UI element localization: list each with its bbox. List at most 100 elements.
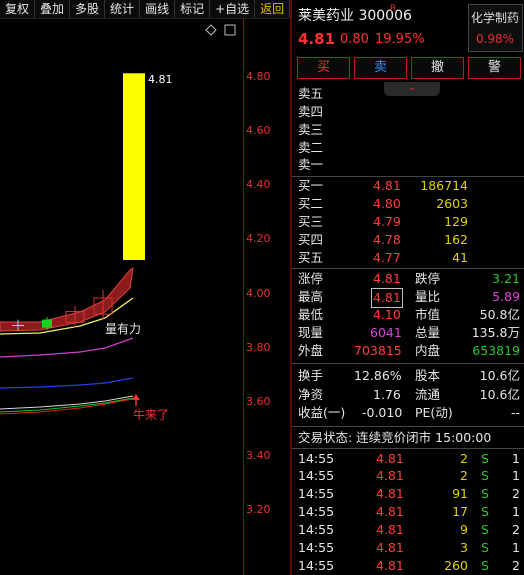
y-tick: 3.20 — [246, 503, 271, 516]
alert-button[interactable]: 警 — [468, 57, 521, 79]
toolbar-back[interactable]: 返回 — [255, 0, 291, 18]
buy-level-row[interactable]: 买三 4.79 129 — [298, 213, 522, 231]
sell-button[interactable]: 卖 — [354, 57, 407, 79]
sell-level-label: 卖四 — [298, 104, 324, 119]
turnover-value: 12.86% — [354, 368, 402, 383]
limit-up-label: 涨停 — [298, 271, 324, 286]
toolbar-mark[interactable]: 标记 — [175, 0, 211, 18]
stats-row: 收益(一) -0.010 PE(动) -- — [298, 404, 522, 422]
tick-time: 14:55 — [298, 540, 335, 555]
y-tick: 3.80 — [246, 341, 271, 354]
tick-time: 14:55 — [298, 486, 335, 501]
volume-ratio-label: 量比 — [415, 289, 441, 304]
eps-label: 收益(一) — [298, 405, 346, 420]
tick-side: S — [481, 486, 489, 501]
buy-level-price: 4.81 — [373, 178, 401, 193]
outer-volume-label: 外盘 — [298, 343, 324, 358]
net-assets-value: 1.76 — [373, 387, 401, 402]
stats-row: 现量 6041 总量 135.8万 — [298, 324, 522, 342]
candlestick-chart[interactable]: 量有力 牛来了 4.81 — [0, 18, 243, 575]
tick-price: 4.81 — [376, 504, 404, 519]
tick-row[interactable]: 14:55 4.81 2 S 1 — [298, 467, 522, 485]
buy-level-volume: 41 — [452, 250, 468, 265]
tick-row[interactable]: 14:55 4.81 17 S 1 — [298, 503, 522, 521]
shares-label: 股本 — [415, 368, 441, 383]
y-tick: 3.40 — [246, 449, 271, 462]
toolbar-statistics[interactable]: 统计 — [105, 0, 141, 18]
sell-level-row[interactable]: 卖一 — [298, 156, 522, 174]
tick-side: S — [481, 468, 489, 483]
tick-row[interactable]: 14:55 4.81 9 S 2 — [298, 521, 522, 539]
tick-count: 1 — [512, 504, 520, 519]
toolbar-overlay[interactable]: 叠加 — [35, 0, 71, 18]
ma-blue — [0, 377, 134, 389]
tick-row[interactable]: 14:55 4.81 91 S 2 — [298, 485, 522, 503]
tick-side: S — [481, 558, 489, 573]
buy-level-price: 4.79 — [373, 214, 401, 229]
tick-side: S — [481, 522, 489, 537]
total-volume-value: 135.8万 — [471, 325, 520, 340]
sell-level-row[interactable]: 卖五 — [298, 85, 522, 103]
outer-volume-value: 703815 — [354, 343, 402, 358]
current-volume-label: 现量 — [298, 325, 324, 340]
toolbar-add-watchlist[interactable]: +自选 — [210, 0, 256, 18]
buy-level-label: 买五 — [298, 250, 324, 265]
toolbar-restore-rights[interactable]: 复权 — [0, 0, 36, 18]
y-tick: 3.60 — [246, 395, 271, 408]
tick-row[interactable]: 14:55 4.81 260 S 2 — [298, 557, 522, 575]
tick-count: 1 — [512, 540, 520, 555]
stock-badge: R — [390, 4, 397, 14]
buy-level-price: 4.77 — [373, 250, 401, 265]
tick-price: 4.81 — [376, 468, 404, 483]
float-shares-value: 10.6亿 — [479, 387, 520, 402]
window-icon[interactable] — [224, 24, 236, 36]
sell-level-row[interactable]: 卖二 — [298, 139, 522, 157]
turnover-label: 换手 — [298, 368, 324, 383]
buy-level-volume: 186714 — [420, 178, 468, 193]
y-tick: 4.40 — [246, 178, 271, 191]
y-tick: 4.00 — [246, 287, 271, 300]
tick-volume: 17 — [452, 504, 468, 519]
limit-down-label: 跌停 — [415, 271, 441, 286]
buy-level-label: 买三 — [298, 214, 324, 229]
low-value: 4.10 — [373, 307, 401, 322]
buy-button[interactable]: 买 — [297, 57, 350, 79]
buy-level-row[interactable]: 买五 4.77 41 — [298, 249, 522, 267]
tick-time: 14:55 — [298, 468, 335, 483]
toolbar-multi-stock[interactable]: 多股 — [70, 0, 106, 18]
tick-volume: 9 — [460, 522, 468, 537]
ma-magenta — [0, 337, 134, 358]
panel-divider[interactable] — [290, 0, 292, 575]
tick-count: 2 — [512, 558, 520, 573]
inner-volume-value: 653819 — [472, 343, 520, 358]
y-tick: 4.80 — [246, 70, 271, 83]
limit-down-value: 3.21 — [492, 271, 520, 286]
sell-level-label: 卖二 — [298, 140, 324, 155]
toolbar-draw-line[interactable]: 画线 — [140, 0, 176, 18]
sell-level-label: 卖一 — [298, 157, 324, 172]
buy-level-price: 4.78 — [373, 232, 401, 247]
cancel-button[interactable]: 撤 — [411, 57, 464, 79]
current-price: 4.81 — [298, 30, 336, 48]
sell-level-row[interactable]: 卖四 — [298, 103, 522, 121]
tick-row[interactable]: 14:55 4.81 3 S 1 — [298, 539, 522, 557]
tick-row[interactable]: 14:55 4.81 2 S 1 — [298, 450, 522, 468]
buy-level-row[interactable]: 买一 4.81 186714 — [298, 177, 522, 195]
buy-level-volume: 2603 — [436, 196, 468, 211]
tick-price: 4.81 — [376, 486, 404, 501]
arrow-up-icon — [132, 394, 140, 406]
high-value: 4.81 — [371, 288, 403, 308]
diamond-icon[interactable] — [205, 24, 217, 36]
tick-price: 4.81 — [376, 451, 404, 466]
buy-level-row[interactable]: 买二 4.80 2603 — [298, 195, 522, 213]
buy-level-row[interactable]: 买四 4.78 162 — [298, 231, 522, 249]
sell-level-label: 卖三 — [298, 122, 324, 137]
stats-row: 最高 4.81 量比 5.89 — [298, 288, 522, 308]
tick-time: 14:55 — [298, 558, 335, 573]
divider — [292, 363, 524, 364]
low-label: 最低 — [298, 307, 324, 322]
inner-volume-label: 内盘 — [415, 343, 441, 358]
sell-level-row[interactable]: 卖三 — [298, 121, 522, 139]
tick-count: 1 — [512, 468, 520, 483]
market-cap-label: 市值 — [415, 307, 441, 322]
